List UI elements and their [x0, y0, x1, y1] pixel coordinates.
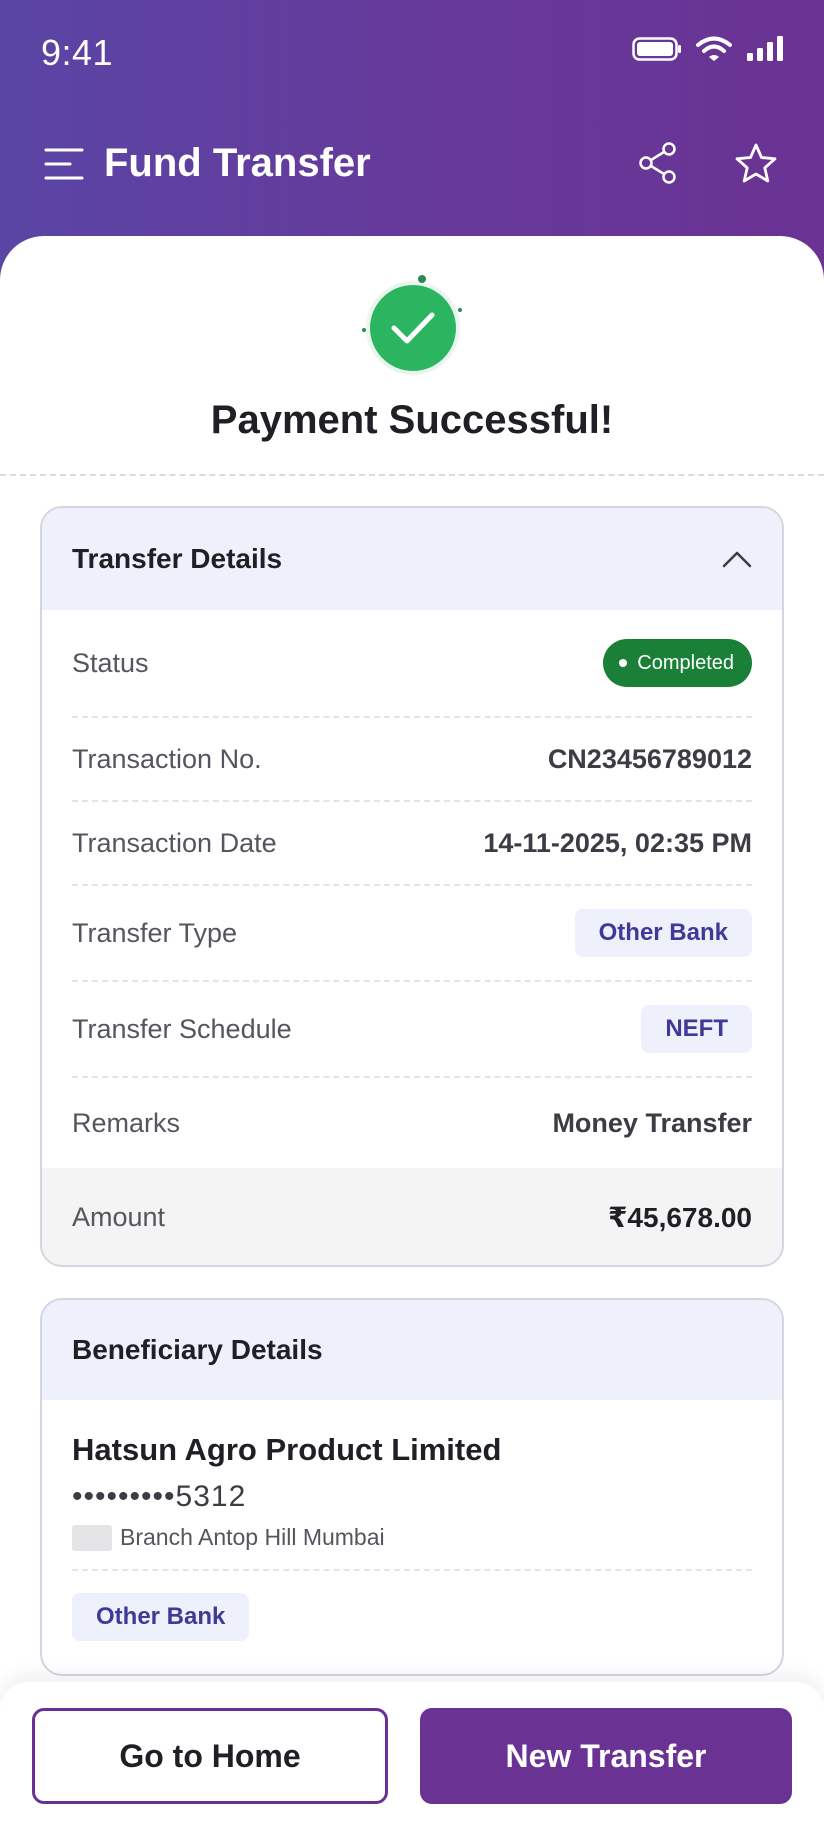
- transaction-no-label: Transaction No.: [72, 743, 262, 774]
- menu-icon: [44, 148, 84, 180]
- go-to-home-button[interactable]: Go to Home: [32, 1708, 388, 1804]
- transfer-details-rows: Status Completed Transaction No. CN23456…: [42, 610, 782, 1168]
- transaction-date-label: Transaction Date: [72, 827, 277, 858]
- app-bar: Fund Transfer: [0, 130, 824, 200]
- beneficiary-body: Hatsun Agro Product Limited •••••••••531…: [42, 1400, 782, 1641]
- status-badge: Completed: [603, 639, 752, 687]
- menu-button[interactable]: [44, 146, 84, 182]
- remarks-label: Remarks: [72, 1107, 181, 1138]
- status-time: 9:41: [41, 32, 114, 73]
- remarks-row: Remarks Money Transfer: [72, 1078, 752, 1168]
- beneficiary-branch-line: Branch Antop Hill Mumbai: [72, 1524, 752, 1551]
- beneficiary-account: •••••••••5312: [72, 1480, 247, 1513]
- status-icons: [632, 36, 784, 62]
- amount-label: Amount: [72, 1201, 166, 1232]
- bank-logo: [72, 1524, 112, 1551]
- beneficiary-chip-row: Other Bank: [72, 1569, 752, 1641]
- share-icon: [639, 142, 676, 184]
- screen: 9:41 Fund Transfer Payment Successful! T…: [0, 0, 824, 1834]
- transaction-no-value: CN23456789012: [547, 743, 752, 774]
- transfer-schedule-label: Transfer Schedule: [72, 1013, 292, 1044]
- transfer-details-header[interactable]: Transfer Details: [42, 508, 782, 610]
- success-title: Payment Successful!: [210, 398, 614, 442]
- wifi-icon: [696, 36, 732, 61]
- remarks-value: Money Transfer: [552, 1107, 752, 1138]
- transaction-date-row: Transaction Date 14-11-2025, 02:35 PM: [72, 802, 752, 886]
- beneficiary-details-card: Beneficiary Details Hatsun Agro Product …: [40, 1298, 784, 1676]
- transfer-type-chip: Other Bank: [574, 909, 752, 957]
- transfer-type-row: Transfer Type Other Bank: [72, 886, 752, 982]
- amount-row: Amount ₹45,678.00: [42, 1168, 782, 1265]
- share-button[interactable]: [638, 142, 678, 184]
- transfer-schedule-chip: NEFT: [641, 1005, 752, 1053]
- transaction-date-value: 14-11-2025, 02:35 PM: [483, 827, 752, 858]
- success-check-icon: [362, 275, 462, 375]
- beneficiary-bank-type-chip: Other Bank: [72, 1593, 250, 1641]
- transfer-schedule-row: Transfer Schedule NEFT: [72, 982, 752, 1078]
- footer-actions: Go to Home New Transfer: [0, 1682, 824, 1834]
- status-value: Completed: [637, 651, 734, 674]
- beneficiary-branch: Branch Antop Hill Mumbai: [120, 1524, 385, 1550]
- beneficiary-name: Hatsun Agro Product Limited: [72, 1432, 502, 1467]
- status-row: Status Completed: [72, 610, 752, 718]
- favorite-button[interactable]: [734, 142, 778, 186]
- transaction-no-row: Transaction No. CN23456789012: [72, 718, 752, 802]
- battery-icon: [632, 37, 681, 61]
- beneficiary-details-title: Beneficiary Details: [72, 1334, 323, 1365]
- chevron-up-icon[interactable]: [722, 550, 752, 568]
- divider: [0, 474, 824, 476]
- transfer-details-title: Transfer Details: [72, 543, 283, 574]
- signal-icon: [747, 36, 783, 61]
- star-icon: [735, 143, 777, 183]
- status-dot: [619, 659, 628, 667]
- page-title: Fund Transfer: [104, 141, 371, 185]
- beneficiary-details-header: Beneficiary Details: [42, 1300, 782, 1400]
- status-bar: 9:41: [0, 0, 824, 104]
- amount-value: ₹45,678.00: [607, 1201, 752, 1233]
- transfer-details-card: Transfer Details Status Completed Transa…: [40, 506, 784, 1267]
- new-transfer-button[interactable]: New Transfer: [420, 1708, 792, 1804]
- transfer-type-label: Transfer Type: [72, 917, 238, 948]
- status-label: Status: [72, 647, 149, 678]
